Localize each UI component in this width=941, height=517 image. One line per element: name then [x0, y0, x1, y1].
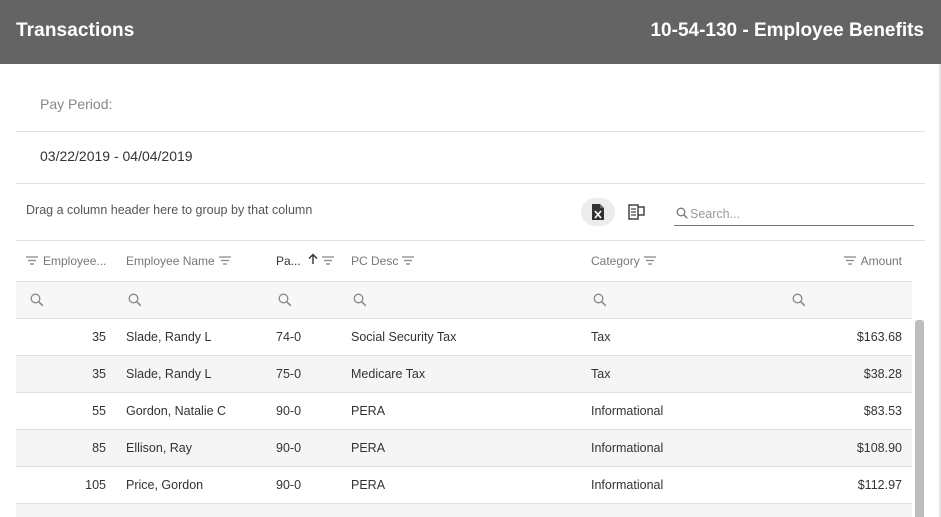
- cell-pc-desc: PERA: [351, 478, 386, 492]
- cell-pc-desc: Medicare Tax: [351, 367, 426, 381]
- column-header-label: Employee Name: [126, 254, 215, 268]
- cell-employee-name: Slade, Randy L: [126, 367, 212, 381]
- title-bar: Transactions 10-54-130 - Employee Benefi…: [0, 0, 941, 64]
- cell-employee-number: 105: [85, 478, 106, 492]
- search-icon: [676, 207, 688, 219]
- pay-period-label: Pay Period:: [40, 96, 113, 112]
- table-row[interactable]: 35 Slade, Randy L 75-0 Medicare Tax Tax …: [16, 356, 912, 393]
- grid-search[interactable]: [674, 202, 914, 226]
- cell-category: Informational: [591, 404, 664, 418]
- cell-employee-name: Price, Gordon: [126, 478, 204, 492]
- filter-employee-name-search-icon[interactable]: [128, 293, 144, 309]
- filter-amount-search-icon[interactable]: [792, 293, 808, 309]
- column-header-amount[interactable]: Amount: [843, 241, 902, 282]
- filter-pay-code-search-icon[interactable]: [278, 293, 294, 309]
- table-row[interactable]: 85 Ellison, Ray 90-0 PERA Informational …: [16, 430, 912, 467]
- filter-icon[interactable]: [322, 241, 335, 282]
- cell-category: Informational: [591, 441, 664, 455]
- column-header-category[interactable]: Category: [591, 241, 656, 282]
- cell-employee-number: 85: [92, 441, 106, 455]
- divider: [16, 183, 925, 184]
- cell-pay-code: 90-0: [276, 441, 302, 455]
- cell-employee-number: 55: [92, 404, 106, 418]
- table-row-partial[interactable]: [16, 504, 912, 517]
- filter-employee-number-search-icon[interactable]: [30, 293, 46, 309]
- cell-amount: $108.90: [856, 441, 902, 455]
- column-header-employee-number[interactable]: Employee...: [26, 241, 106, 282]
- cell-employee-name: Ellison, Ray: [126, 441, 192, 455]
- cell-pc-desc: Social Security Tax: [351, 330, 457, 344]
- filter-pc-desc-search-icon[interactable]: [353, 293, 369, 309]
- cell-category: Informational: [591, 478, 664, 492]
- column-header-label: Employee...: [43, 254, 107, 268]
- filter-icon[interactable]: [218, 241, 231, 282]
- cell-pay-code: 90-0: [276, 478, 302, 492]
- sort-ascending-icon: [308, 241, 318, 282]
- divider: [16, 131, 925, 132]
- column-header-label: Category: [591, 254, 640, 268]
- filter-icon[interactable]: [26, 241, 38, 282]
- cell-pay-code: 75-0: [276, 367, 302, 381]
- filter-icon[interactable]: [643, 241, 656, 282]
- cell-category: Tax: [591, 367, 611, 381]
- table-row[interactable]: 105 Price, Gordon 90-0 PERA Informationa…: [16, 467, 912, 504]
- cell-pay-code: 74-0: [276, 330, 302, 344]
- column-header-label: Pa...: [276, 254, 301, 268]
- column-header-pc-desc[interactable]: PC Desc: [351, 241, 415, 282]
- cell-employee-name: Slade, Randy L: [126, 330, 212, 344]
- grid-header-row: Employee... Employee Name Pa... PC Desc …: [16, 241, 912, 282]
- cell-amount: $112.97: [857, 478, 902, 492]
- column-header-employee-name[interactable]: Employee Name: [126, 241, 231, 282]
- column-chooser-button[interactable]: [623, 198, 651, 226]
- column-header-label: Amount: [860, 254, 902, 268]
- cell-category: Tax: [591, 330, 611, 344]
- group-panel-hint: Drag a column header here to group by th…: [26, 203, 313, 217]
- cell-amount: $163.68: [856, 330, 902, 344]
- cell-amount: $83.53: [863, 404, 902, 418]
- transactions-grid: Employee... Employee Name Pa... PC Desc …: [16, 241, 912, 517]
- page-title: Transactions: [16, 20, 135, 41]
- column-header-label: PC Desc: [351, 254, 399, 268]
- filter-row: [16, 282, 912, 319]
- column-chooser-icon: [628, 204, 645, 220]
- cell-amount: $38.28: [863, 367, 902, 381]
- cell-employee-name: Gordon, Natalie C: [126, 404, 227, 418]
- cell-pay-code: 90-0: [276, 404, 302, 418]
- filter-icon[interactable]: [402, 241, 415, 282]
- excel-export-icon: [592, 204, 604, 220]
- cell-pc-desc: PERA: [351, 404, 386, 418]
- pay-period-value: 03/22/2019 - 04/04/2019: [40, 148, 193, 164]
- search-input[interactable]: [690, 204, 910, 224]
- cell-employee-number: 35: [92, 330, 106, 344]
- account-title: 10-54-130 - Employee Benefits: [650, 20, 924, 41]
- table-row[interactable]: 55 Gordon, Natalie C 90-0 PERA Informati…: [16, 393, 912, 430]
- column-header-pay-code[interactable]: Pa...: [276, 241, 335, 282]
- table-row[interactable]: 35 Slade, Randy L 74-0 Social Security T…: [16, 319, 912, 356]
- cell-pc-desc: PERA: [351, 441, 386, 455]
- cell-employee-number: 35: [92, 367, 106, 381]
- export-excel-button[interactable]: [581, 198, 615, 226]
- filter-icon[interactable]: [843, 241, 856, 282]
- grid-scrollbar[interactable]: [915, 320, 924, 517]
- filter-category-search-icon[interactable]: [593, 293, 609, 309]
